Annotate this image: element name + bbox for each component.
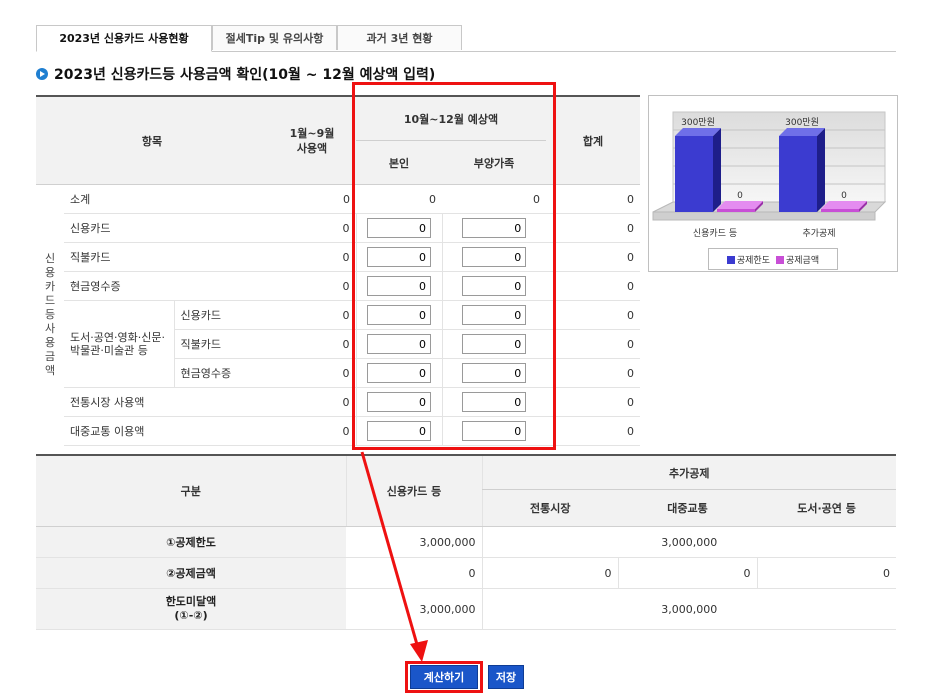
- total-value: 0: [546, 300, 641, 330]
- additional-shortfall-value: 3,000,000: [481, 588, 897, 630]
- total-value: 0: [546, 213, 641, 243]
- chart-bar: [779, 136, 817, 212]
- header-total: 합계: [546, 95, 641, 185]
- row-label: 신용카드: [64, 213, 268, 243]
- row-label: 소계: [64, 184, 268, 214]
- row-label: 현금영수증: [174, 358, 268, 388]
- tab-tax-tips[interactable]: 절세Tip 및 유의사항: [212, 25, 337, 50]
- jan-sep-value: 0: [268, 300, 356, 330]
- deduction-table: 구분 신용카드 등 추가공제 전통시장 대중교통 도서·공연 등 ①공제한도 3…: [36, 454, 897, 630]
- chart-bar-side: [817, 128, 825, 212]
- row-label: ①공제한도: [36, 526, 346, 558]
- row-label: 대중교통 이용액: [64, 416, 268, 446]
- chart-bar-top: [675, 128, 721, 136]
- culture-label: 도서·공연·영화·신문·박물관·미술관 등: [64, 300, 175, 388]
- section-title-text: 2023년 신용카드등 사용금액 확인(10월 ~ 12월 예상액 입력): [54, 67, 436, 83]
- header-culture: 도서·공연 등: [757, 489, 897, 527]
- group-label: 신용카드등 사용금액: [44, 252, 56, 378]
- jan-sep-value: 0: [268, 271, 356, 301]
- total-value: 0: [546, 358, 641, 388]
- culture-amount-value: 0: [756, 557, 897, 589]
- chart-bar-top: [717, 201, 763, 209]
- jan-sep-value: 0: [268, 329, 356, 359]
- table-row: 한도미달액 (①-②) 3,000,000 3,000,000: [36, 588, 897, 630]
- calculate-button[interactable]: 계산하기: [410, 665, 478, 689]
- jan-sep-value: 0: [268, 213, 356, 243]
- jan-sep-value: 0: [268, 184, 356, 214]
- row-label: ②공제금액: [36, 557, 346, 589]
- chart-category-label: 신용카드 등: [693, 228, 737, 239]
- table-row: ①공제한도 3,000,000 3,000,000: [36, 526, 897, 558]
- header-item: 항목: [36, 95, 268, 185]
- total-value: 0: [546, 329, 641, 359]
- chart-bar-side: [713, 128, 721, 212]
- total-value: 0: [546, 416, 641, 446]
- header-additional: 추가공제: [481, 454, 897, 490]
- transit-amount-value: 0: [617, 557, 757, 589]
- tab-bar: 2023년 신용카드 사용현황 절세Tip 및 유의사항 과거 3년 현황: [36, 25, 896, 52]
- bullet-arrow-icon: [36, 68, 48, 80]
- chart-category-label: 추가공제: [802, 228, 835, 239]
- total-value: 0: [546, 242, 641, 272]
- save-button[interactable]: 저장: [488, 665, 524, 689]
- legend-item-limit: 공제한도: [726, 253, 770, 266]
- row-label: 현금영수증: [64, 271, 268, 301]
- chart-canvas: 300만원 0 신용카드 등 300만원 0 추가공제: [652, 111, 887, 239]
- header-category: 구분: [36, 454, 346, 527]
- chart-data-label: 0: [841, 191, 847, 201]
- chart-bar: [821, 209, 859, 212]
- market-amount-value: 0: [481, 557, 618, 589]
- section-title: 2023년 신용카드등 사용금액 확인(10월 ~ 12월 예상액 입력): [36, 64, 435, 84]
- jan-sep-value: 0: [268, 358, 356, 388]
- arrow-head-icon: [410, 640, 428, 662]
- chart-data-label: 300만원: [681, 117, 715, 128]
- header-transit: 대중교통: [618, 489, 757, 527]
- total-value: 0: [546, 184, 641, 214]
- legend-item-amount: 공제금액: [776, 253, 819, 266]
- header-jan-sep: 1월~9월 사용액: [268, 95, 356, 185]
- row-label: 한도미달액 (①-②): [36, 588, 346, 630]
- table-row: ②공제금액 0 0 0 0: [36, 557, 897, 589]
- chart-floor-edge: [652, 211, 876, 221]
- chart-bar: [675, 136, 713, 212]
- legend-swatch-amount: [776, 255, 784, 264]
- pointer-arrow: [360, 451, 428, 662]
- chart-data-label: 300만원: [785, 117, 819, 128]
- total-value: 0: [546, 271, 641, 301]
- chart-legend: 공제한도 공제금액: [708, 248, 838, 270]
- additional-limit-value: 3,000,000: [481, 526, 897, 558]
- row-label: 전통시장 사용액: [64, 387, 268, 417]
- jan-sep-value: 0: [268, 242, 356, 272]
- tab-2023-usage[interactable]: 2023년 신용카드 사용현황: [36, 25, 212, 52]
- highlight-box: [352, 82, 556, 450]
- jan-sep-value: 0: [268, 387, 356, 417]
- chart-data-label: 0: [737, 191, 743, 201]
- header-market: 전통시장: [481, 489, 618, 527]
- total-value: 0: [546, 387, 641, 417]
- arrow-shaft: [360, 451, 420, 649]
- legend-swatch-limit: [726, 255, 735, 264]
- chart-bar: [717, 209, 755, 212]
- row-label: 직불카드: [174, 329, 268, 359]
- row-label: 신용카드: [174, 300, 268, 330]
- row-label: 직불카드: [64, 242, 268, 272]
- chart-bar-top: [821, 201, 867, 209]
- deduction-chart: 300만원 0 신용카드 등 300만원 0 추가공제: [648, 95, 898, 272]
- chart-bar-top: [779, 128, 825, 136]
- jan-sep-value: 0: [268, 416, 356, 446]
- tab-past-3-years[interactable]: 과거 3년 현황: [337, 25, 462, 50]
